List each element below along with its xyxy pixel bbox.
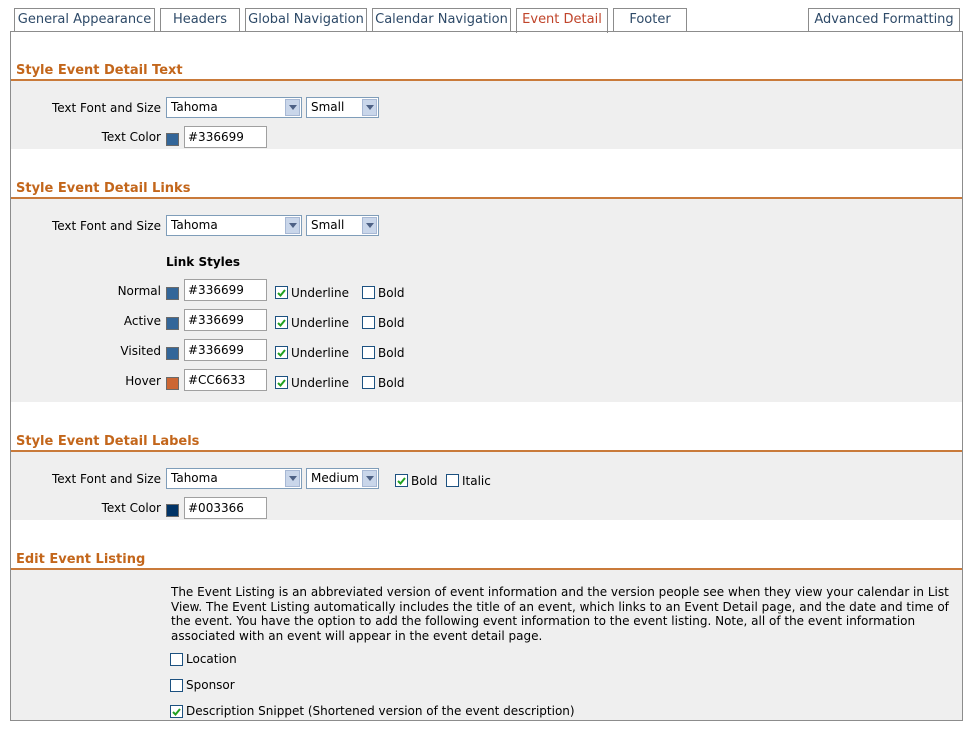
link-active-underline-checkbox[interactable] bbox=[275, 316, 288, 329]
bold-label: Bold bbox=[378, 286, 405, 300]
chevron-down-icon bbox=[362, 470, 377, 487]
chevron-down-icon bbox=[285, 99, 300, 116]
tab-footer[interactable]: Footer bbox=[613, 8, 687, 32]
tab-general-appearance[interactable]: General Appearance bbox=[14, 8, 155, 32]
link-hover-label: Hover bbox=[125, 374, 161, 388]
section-title-text: Style Event Detail Text bbox=[16, 63, 183, 78]
text-font-value: Tahoma bbox=[171, 100, 218, 114]
link-visited-swatch[interactable] bbox=[166, 347, 179, 360]
links-size-select[interactable]: Small bbox=[306, 215, 379, 236]
underline-label: Underline bbox=[291, 376, 349, 390]
link-active-label: Active bbox=[123, 314, 161, 328]
labels-italic-checkbox[interactable] bbox=[446, 474, 459, 487]
listing-description-snippet-checkbox[interactable] bbox=[170, 705, 183, 718]
link-normal-underline-checkbox[interactable] bbox=[275, 286, 288, 299]
labels-font-value: Tahoma bbox=[171, 471, 218, 485]
link-normal-bold-checkbox[interactable] bbox=[362, 286, 375, 299]
listing-description: The Event Listing is an abbreviated vers… bbox=[171, 585, 949, 643]
link-normal-swatch[interactable] bbox=[166, 287, 179, 300]
bold-label: Bold bbox=[378, 346, 405, 360]
link-active-swatch[interactable] bbox=[166, 317, 179, 330]
text-font-label: Text Font and Size bbox=[51, 101, 161, 115]
text-color-label: Text Color bbox=[101, 130, 161, 144]
text-color-swatch[interactable] bbox=[166, 133, 179, 146]
text-size-select[interactable]: Small bbox=[306, 97, 379, 118]
listing-location-label: Location bbox=[186, 652, 237, 666]
underline-label: Underline bbox=[291, 346, 349, 360]
labels-bold-checkbox[interactable] bbox=[395, 474, 408, 487]
labels-color-input[interactable]: #003366 bbox=[184, 497, 267, 519]
bold-label: Bold bbox=[378, 376, 405, 390]
labels-font-label: Text Font and Size bbox=[51, 472, 161, 486]
chevron-down-icon bbox=[285, 470, 300, 487]
link-hover-bold-checkbox[interactable] bbox=[362, 376, 375, 389]
tab-headers[interactable]: Headers bbox=[160, 8, 240, 32]
link-styles-heading: Link Styles bbox=[166, 255, 241, 269]
section-title-labels: Style Event Detail Labels bbox=[16, 434, 200, 449]
chevron-down-icon bbox=[285, 217, 300, 234]
labels-color-swatch[interactable] bbox=[166, 504, 179, 517]
labels-font-select[interactable]: Tahoma bbox=[166, 468, 302, 489]
labels-bold-label: Bold bbox=[411, 474, 438, 488]
tab-calendar-navigation[interactable]: Calendar Navigation bbox=[372, 8, 511, 32]
labels-size-value: Medium bbox=[311, 471, 359, 485]
bold-label: Bold bbox=[378, 316, 405, 330]
underline-label: Underline bbox=[291, 286, 349, 300]
links-font-value: Tahoma bbox=[171, 218, 218, 232]
labels-size-select[interactable]: Medium bbox=[306, 468, 379, 489]
section-title-links: Style Event Detail Links bbox=[16, 181, 191, 196]
labels-italic-label: Italic bbox=[462, 474, 491, 488]
listing-description-snippet-label: Description Snippet (Shortened version o… bbox=[186, 704, 575, 718]
link-active-color-input[interactable]: #336699 bbox=[184, 309, 267, 331]
tab-bar: General Appearance Headers Global Naviga… bbox=[0, 0, 971, 33]
link-visited-color-input[interactable]: #336699 bbox=[184, 339, 267, 361]
chevron-down-icon bbox=[362, 99, 377, 116]
links-size-value: Small bbox=[311, 218, 345, 232]
text-color-input[interactable]: #336699 bbox=[184, 126, 267, 148]
tab-global-navigation[interactable]: Global Navigation bbox=[245, 8, 367, 32]
link-normal-label: Normal bbox=[117, 284, 161, 298]
listing-sponsor-label: Sponsor bbox=[186, 678, 235, 692]
link-visited-bold-checkbox[interactable] bbox=[362, 346, 375, 359]
link-visited-label: Visited bbox=[120, 344, 161, 358]
links-font-label: Text Font and Size bbox=[51, 219, 161, 233]
listing-location-checkbox[interactable] bbox=[170, 653, 183, 666]
link-hover-underline-checkbox[interactable] bbox=[275, 376, 288, 389]
underline-label: Underline bbox=[291, 316, 349, 330]
chevron-down-icon bbox=[362, 217, 377, 234]
listing-sponsor-checkbox[interactable] bbox=[170, 679, 183, 692]
link-visited-underline-checkbox[interactable] bbox=[275, 346, 288, 359]
text-font-select[interactable]: Tahoma bbox=[166, 97, 302, 118]
labels-color-label: Text Color bbox=[101, 501, 161, 515]
links-font-select[interactable]: Tahoma bbox=[166, 215, 302, 236]
link-normal-color-input[interactable]: #336699 bbox=[184, 279, 267, 301]
link-active-bold-checkbox[interactable] bbox=[362, 316, 375, 329]
tab-advanced-formatting[interactable]: Advanced Formatting bbox=[808, 8, 960, 32]
link-hover-swatch[interactable] bbox=[166, 377, 179, 390]
text-size-value: Small bbox=[311, 100, 345, 114]
link-hover-color-input[interactable]: #CC6633 bbox=[184, 369, 267, 391]
tab-event-detail[interactable]: Event Detail bbox=[516, 8, 608, 33]
section-title-listing: Edit Event Listing bbox=[16, 552, 146, 567]
